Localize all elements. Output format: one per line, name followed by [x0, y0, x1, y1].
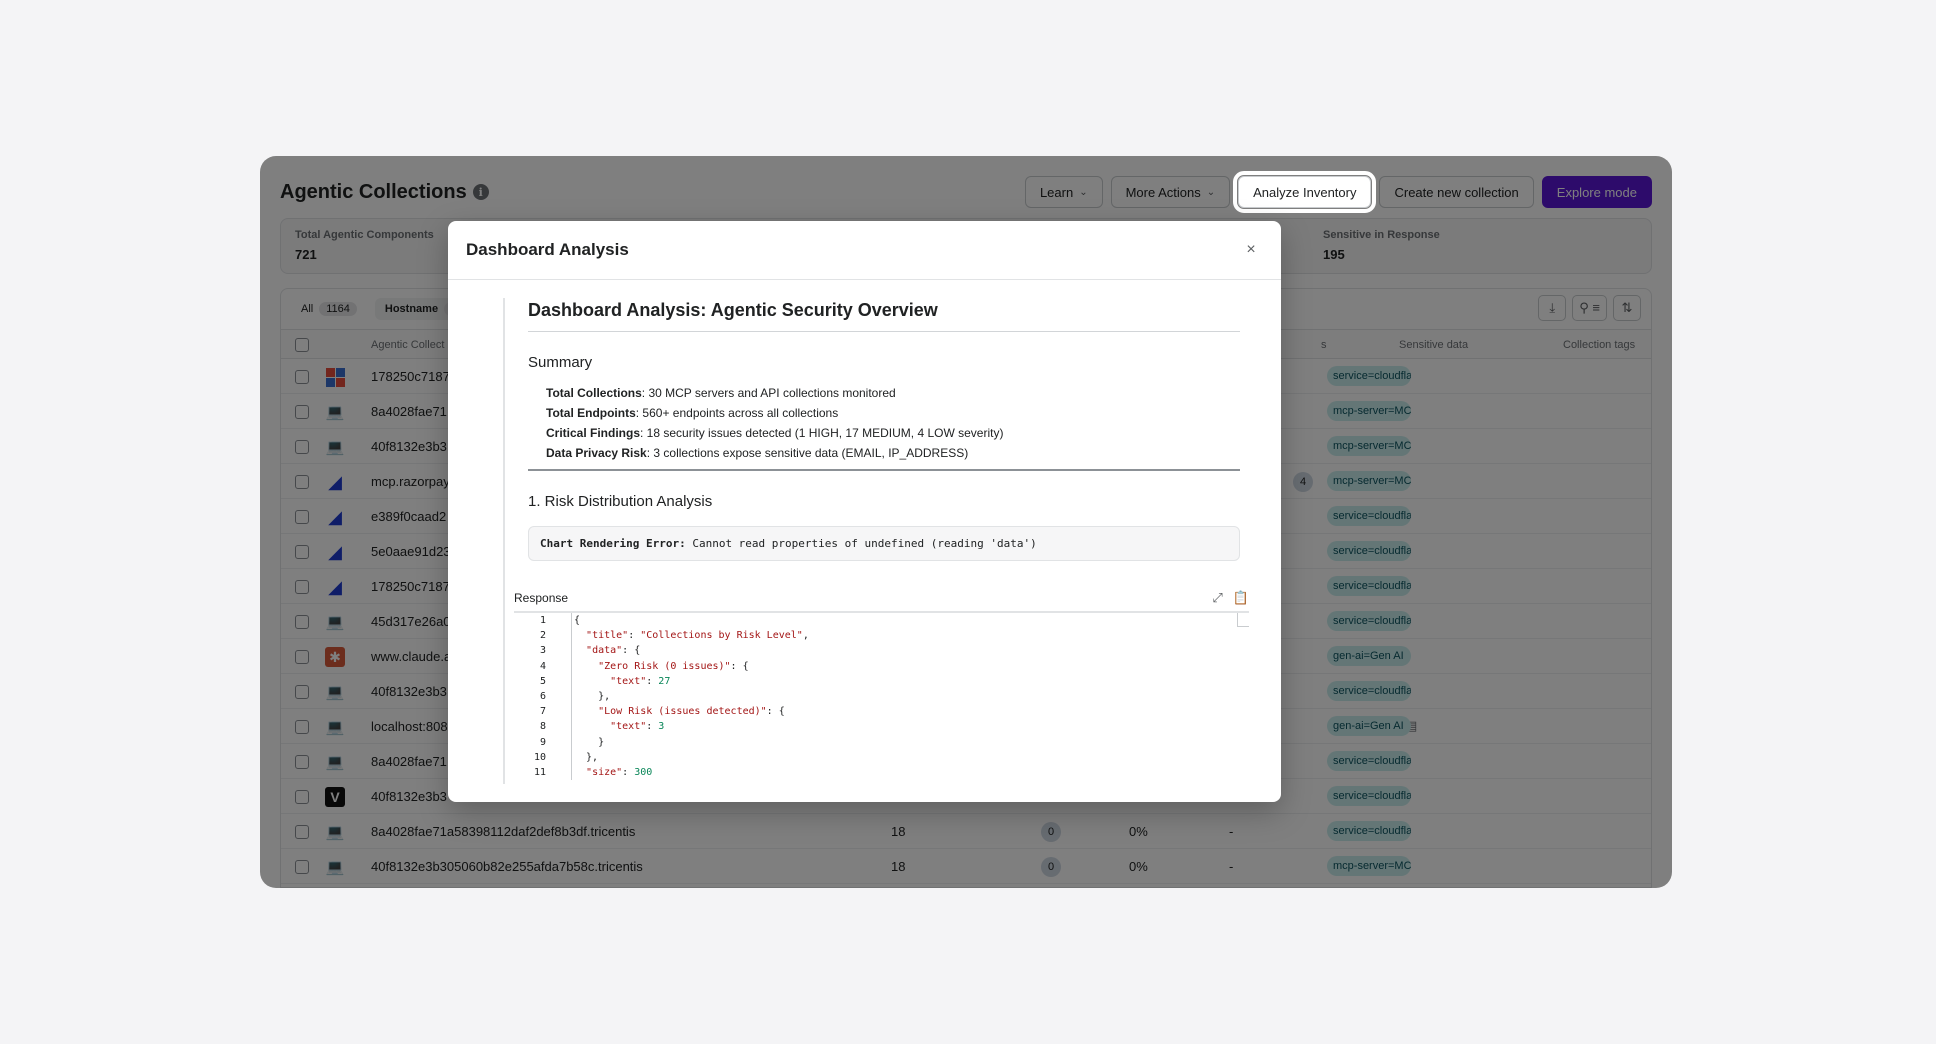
expand-icon[interactable]: ⤢ — [1212, 590, 1222, 606]
line-number: 6 — [539, 690, 546, 702]
response-label: Response — [514, 591, 569, 605]
line-number: 3 — [539, 645, 546, 657]
code-text: "Zero Risk (0 issues)": { — [598, 660, 749, 672]
chart-error-box: Chart Rendering Error: Cannot read prope… — [528, 526, 1240, 561]
code-line: 9 } — [514, 734, 1249, 750]
analyze-inventory-button[interactable]: Analyze Inventory — [1233, 171, 1377, 213]
code-text: }, — [574, 690, 611, 702]
summary-item-text: : 30 MCP servers and API collections mon… — [641, 386, 896, 400]
summary-item: Total Endpoints: 560+ endpoints across a… — [546, 403, 1240, 423]
indent-guide — [560, 643, 572, 659]
close-icon[interactable]: × — [1239, 238, 1263, 262]
code-text: }, — [574, 751, 599, 763]
line-number: 8 — [539, 721, 546, 733]
indent-guide — [560, 719, 572, 735]
summary-item-label: Total Collections — [546, 386, 642, 400]
indent-guide — [560, 734, 572, 750]
line-number: 10 — [533, 751, 546, 763]
indent-guide — [560, 764, 572, 781]
content-divider — [503, 298, 505, 784]
line-number: 1 — [539, 615, 546, 626]
line-number: 9 — [539, 736, 546, 748]
code-line: 3 "data": { — [514, 643, 1249, 659]
code-text: { — [574, 615, 581, 626]
code-line: 11 "size": 300 — [514, 764, 1249, 781]
summary-item-label: Data Privacy Risk — [546, 446, 647, 460]
code-text: "text": 27 — [610, 675, 671, 687]
summary-item: Critical Findings: 18 security issues de… — [546, 423, 1240, 443]
modal-title: Dashboard Analysis — [466, 240, 629, 259]
code-line: 10 }, — [514, 749, 1249, 765]
code-line: 8 "text": 3 — [514, 719, 1249, 735]
summary-item-label: Critical Findings — [546, 426, 641, 440]
indent-guide — [560, 628, 572, 644]
code-text: "size": 300 — [586, 766, 653, 778]
modal-body[interactable]: Dashboard Analysis: Agentic Security Ove… — [448, 280, 1281, 802]
line-number: 5 — [539, 675, 546, 687]
risk-distribution-heading: 1. Risk Distribution Analysis — [528, 493, 713, 510]
summary-item-text: : 3 collections expose sensitive data (E… — [646, 446, 969, 460]
analysis-report: Dashboard Analysis: Agentic Security Ove… — [528, 300, 1240, 561]
response-tools: ⤢ 📋 — [1212, 590, 1249, 606]
response-header: Response ⤢ 📋 — [514, 585, 1249, 611]
dashboard-analysis-modal: Dashboard Analysis × Dashboard Analysis:… — [448, 221, 1281, 802]
code-line: 2 "title": "Collections by Risk Level", — [514, 628, 1249, 644]
code-text: "title": "Collections by Risk Level", — [586, 630, 809, 642]
summary-item-text: : 18 security issues detected (1 HIGH, 1… — [640, 426, 1004, 440]
summary-item-text: : 560+ endpoints across all collections — [635, 406, 839, 420]
line-number: 4 — [539, 660, 546, 672]
indent-guide — [560, 673, 572, 689]
code-line: 5 "text": 27 — [514, 673, 1249, 689]
line-number: 11 — [533, 766, 546, 778]
response-panel: Response ⤢ 📋 1{2 "title": "Collections b… — [514, 585, 1249, 781]
indent-guide — [560, 658, 572, 674]
summary-item-label: Total Endpoints — [546, 406, 636, 420]
line-number: 2 — [539, 630, 546, 642]
indent-guide — [560, 704, 572, 720]
error-message: Cannot read properties of undefined (rea… — [685, 537, 1037, 550]
indent-guide — [560, 688, 572, 705]
clipboard-icon[interactable]: 📋 — [1233, 590, 1249, 606]
code-text: "data": { — [586, 645, 641, 657]
modal-header: Dashboard Analysis × — [448, 221, 1281, 280]
code-text: } — [574, 736, 605, 748]
indent-guide — [560, 749, 572, 765]
error-label: Chart Rendering Error: — [540, 537, 686, 550]
editor-scroll-marker — [1237, 613, 1249, 627]
code-text: "Low Risk (issues detected)": { — [598, 706, 785, 718]
summary-item: Total Collections: 30 MCP servers and AP… — [546, 383, 1240, 403]
summary-list: Total Collections: 30 MCP servers and AP… — [528, 383, 1240, 471]
code-line: 4 "Zero Risk (0 issues)": { — [514, 658, 1249, 674]
line-number: 7 — [539, 706, 546, 718]
summary-item: Data Privacy Risk: 3 collections expose … — [546, 443, 1240, 463]
summary-heading: Summary — [528, 354, 593, 371]
code-text: "text": 3 — [610, 721, 665, 733]
code-line: 6 }, — [514, 688, 1249, 705]
code-line: 1{ — [514, 613, 1249, 629]
report-title: Dashboard Analysis: Agentic Security Ove… — [528, 300, 1240, 332]
indent-guide — [560, 613, 572, 629]
response-code-editor[interactable]: 1{2 "title": "Collections by Risk Level"… — [514, 611, 1249, 781]
code-line: 7 "Low Risk (issues detected)": { — [514, 704, 1249, 720]
